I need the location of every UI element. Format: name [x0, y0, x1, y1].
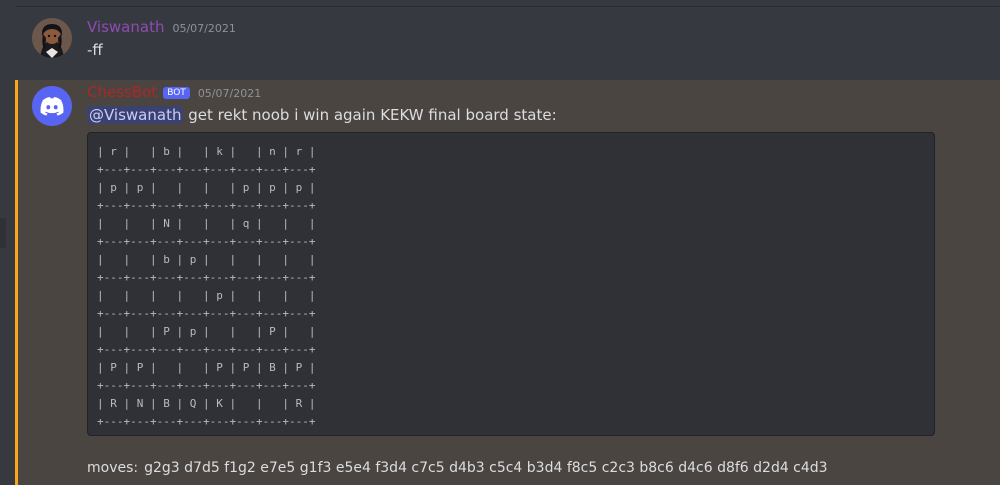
username[interactable]: Viswanath: [87, 18, 164, 36]
board-line: +---+---+---+---+---+---+---+---+: [97, 199, 316, 212]
message-chessbot: ChessBot BOT 05/07/2021 @Viswanath get r…: [15, 80, 1000, 485]
board-line: +---+---+---+---+---+---+---+---+: [97, 343, 316, 356]
username[interactable]: ChessBot: [87, 83, 157, 101]
moves-label: moves:: [87, 460, 139, 476]
board-line: | | | P | p | | | P | |: [97, 325, 316, 338]
chess-board: | r | | b | | k | | n | r | +---+---+---+…: [97, 143, 316, 431]
board-line: | p | p | | | | p | p | p |: [97, 181, 316, 194]
board-line: | R | N | B | Q | K | | | R |: [97, 397, 316, 410]
timestamp: 05/07/2021: [172, 22, 236, 35]
anime-avatar-icon: [32, 18, 72, 58]
user-mention[interactable]: @Viswanath: [87, 106, 184, 124]
message-content: -ff: [87, 41, 103, 59]
code-block: | r | | b | | k | | n | r | +---+---+---+…: [87, 132, 935, 436]
bot-avatar[interactable]: [32, 86, 72, 126]
discord-logo-icon: [32, 86, 72, 126]
bot-tag: BOT: [163, 87, 190, 99]
board-line: | | | | | p | | | |: [97, 289, 316, 302]
board-line: +---+---+---+---+---+---+---+---+: [97, 271, 316, 284]
message-text: get rekt noob i win again KEKW final boa…: [188, 106, 557, 124]
top-divider: [15, 6, 1000, 7]
board-line: +---+---+---+---+---+---+---+---+: [97, 235, 316, 248]
board-line: +---+---+---+---+---+---+---+---+: [97, 379, 316, 392]
message-content: @Viswanath get rekt noob i win again KEK…: [87, 106, 557, 124]
message-header: ChessBot BOT 05/07/2021: [87, 83, 261, 101]
board-line: | r | | b | | k | | n | r |: [97, 145, 316, 158]
scroll-handle[interactable]: [0, 218, 6, 248]
board-line: +---+---+---+---+---+---+---+---+: [97, 415, 316, 428]
board-line: +---+---+---+---+---+---+---+---+: [97, 307, 316, 320]
board-line: | P | P | | | P | P | B | P |: [97, 361, 316, 374]
message-viswanath: Viswanath 05/07/2021 -ff: [15, 8, 1000, 78]
timestamp: 05/07/2021: [197, 87, 262, 100]
moves-line: moves: g2g3 d7d5 f1g2 e7e5 g1f3 e5e4 f3d4…: [87, 460, 828, 476]
board-line: | | | N | | | q | | |: [97, 217, 316, 230]
moves-list: g2g3 d7d5 f1g2 e7e5 g1f3 e5e4 f3d4 c7c5 …: [144, 460, 828, 476]
board-line: | | | b | p | | | | |: [97, 253, 316, 266]
message-header: Viswanath 05/07/2021: [87, 18, 236, 36]
user-avatar[interactable]: [32, 18, 72, 58]
board-line: +---+---+---+---+---+---+---+---+: [97, 163, 316, 176]
